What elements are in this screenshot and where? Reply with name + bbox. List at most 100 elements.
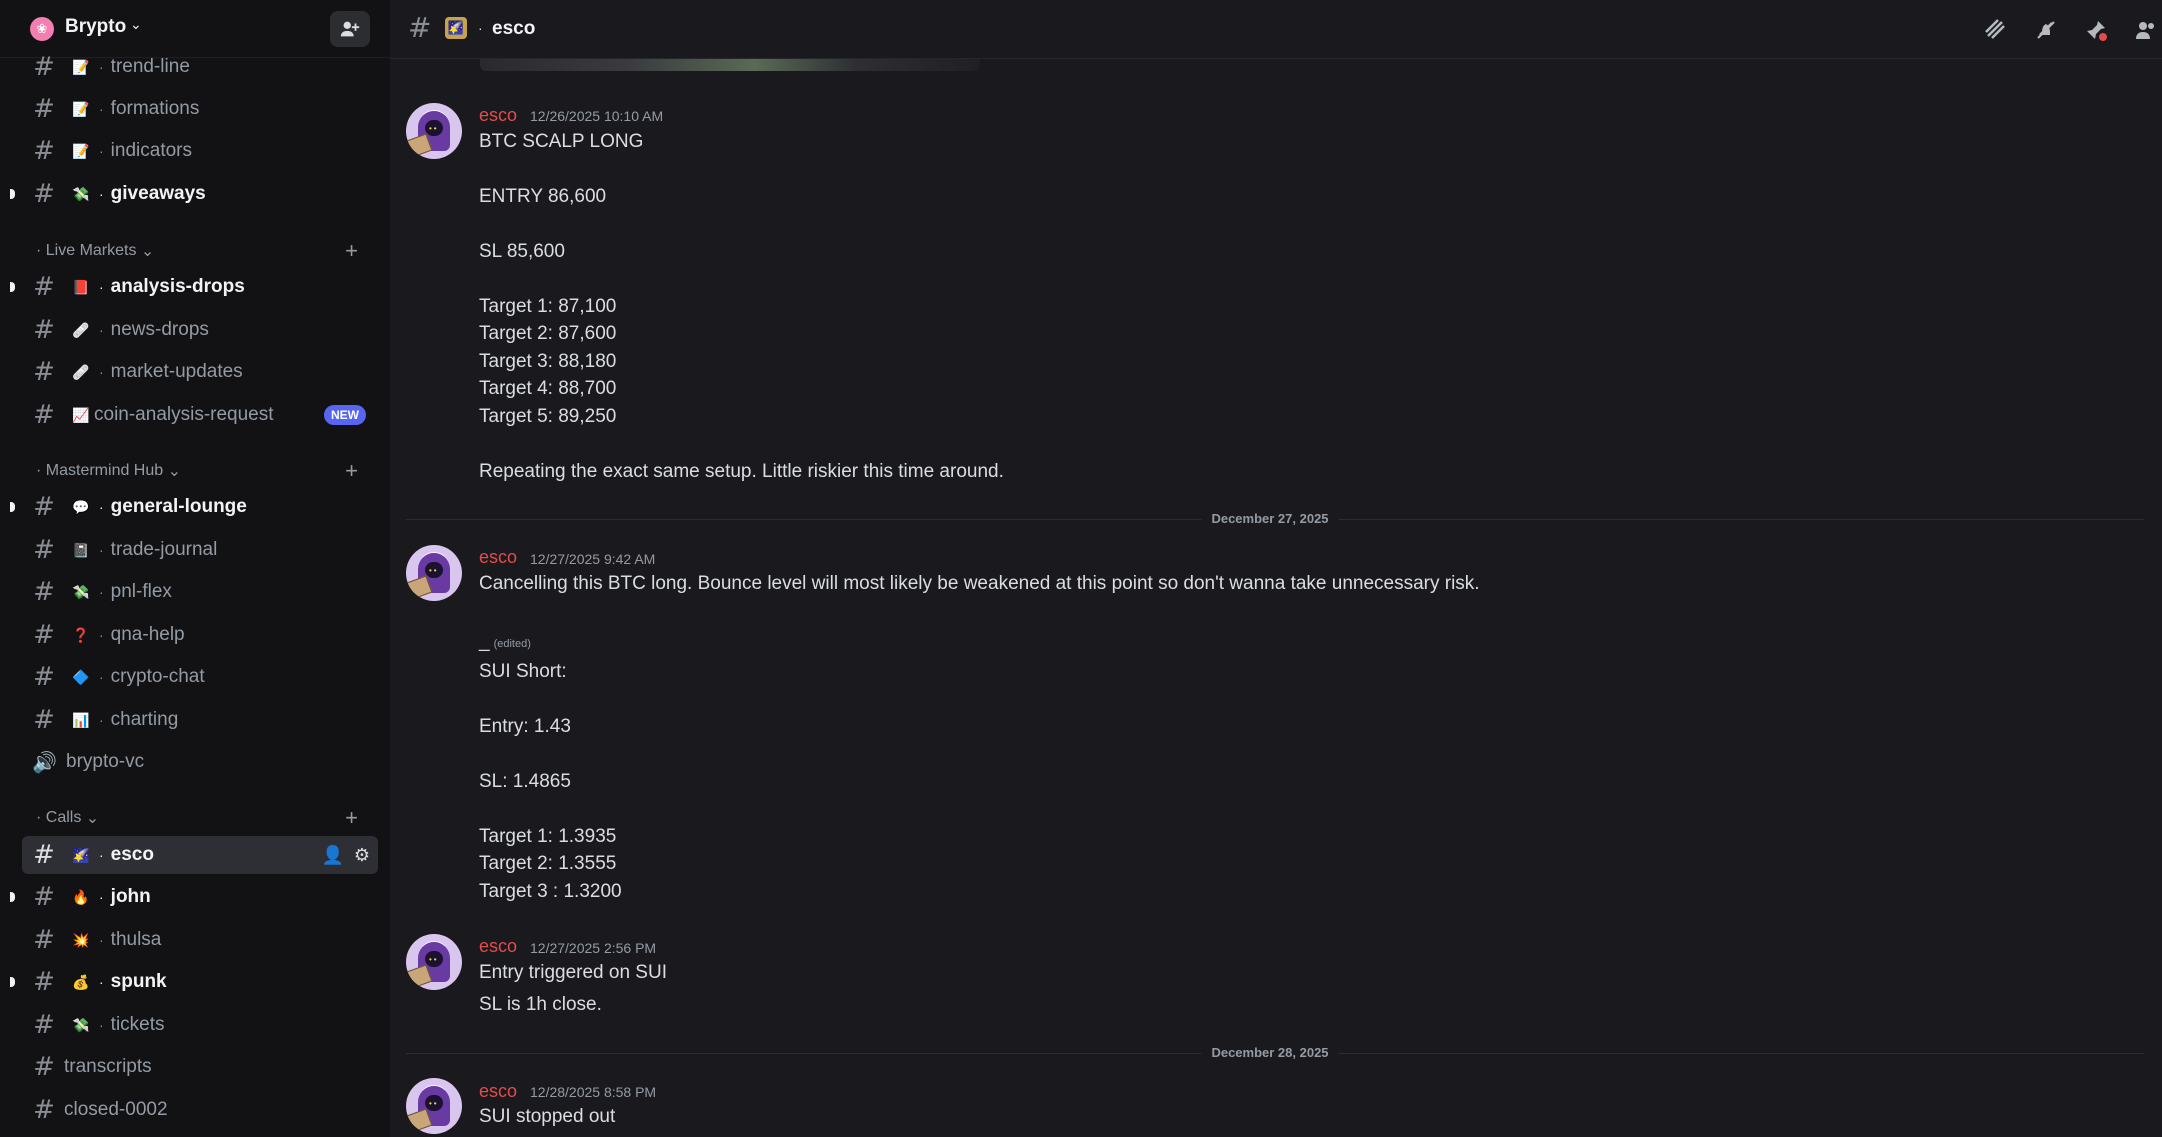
bar-chart-icon: 📊 [72,711,90,728]
add-channel-icon[interactable]: + [345,458,358,484]
channel-label: john [110,886,151,907]
explosion-icon: 💥 [72,931,90,948]
channel-item-transcripts[interactable]: # transcripts [22,1048,378,1086]
message-timestamp: 12/27/2025 2:56 PM [530,940,657,956]
message-author[interactable]: esco [479,547,517,568]
threads-icon[interactable] [1982,16,2010,44]
hashtag-locked-icon: # [33,179,55,209]
message-author[interactable]: esco [479,105,517,126]
message-line: Target 3: 88,180 [479,351,617,372]
server-name: Brypto [65,16,127,37]
channel-label: transcripts [64,1056,152,1077]
avatar[interactable]: •• [406,1078,462,1134]
diamond-icon: 🔷 [72,668,90,685]
channel-item-indicators[interactable]: # 📝 · indicators [22,132,378,170]
pin-icon[interactable] [2082,16,2110,44]
channel-item-coin-analysis-request[interactable]: # 📈 coin-analysis-request NEW [22,396,378,434]
message-line: ENTRY 86,600 [479,186,607,207]
channel-item-spunk[interactable]: # 💰 · spunk [10,963,378,1001]
channel-item-trend-line[interactable]: # 📝 · trend-line [22,48,378,86]
message-line: Cancelling this BTC long. Bounce level w… [479,573,1480,594]
speaker-icon: 🔊 [32,750,57,774]
add-channel-icon[interactable]: + [345,238,358,264]
message-timestamp: 12/28/2025 8:58 PM [530,1084,657,1100]
hashtag-icon: # [33,400,55,430]
channel-item-giveaways[interactable]: # 💸 · giveaways [10,175,378,213]
channel-label: crypto-chat [110,666,205,687]
channel-label: news-drops [110,319,209,340]
channel-item-closed-0002[interactable]: # closed-0002 [22,1091,378,1129]
channel-label: thulsa [110,929,162,950]
channel-label: giveaways [110,183,206,204]
hashtag-icon: # [408,11,432,44]
channel-item-trade-journal[interactable]: # 📓 · trade-journal [22,531,378,569]
chat-area: # 🌠 · esco •• esco 12/26/2025 10:10 AM B… [390,0,2162,1137]
add-channel-icon[interactable]: + [345,805,358,831]
money-wings-icon: 💸 [72,583,90,600]
unread-indicator [10,892,15,902]
hashtag-icon: # [33,535,55,565]
message-line: SL: 1.4865 [479,771,571,792]
channel-item-brypto-vc[interactable]: 🔊 brypto-vc [22,743,378,781]
invite-icon[interactable]: 👤 [321,845,343,866]
date-divider-label: December 28, 2025 [1201,1045,1339,1060]
channel-item-pnl-flex[interactable]: # 💸 · pnl-flex [22,573,378,611]
speech-bubble-icon: 💬 [72,498,90,515]
chevron-down-icon: ⌄ [136,243,155,260]
new-badge: NEW [324,405,366,425]
category-calls[interactable]: · Calls ⌄ + [36,805,376,831]
memo-icon: 📝 [72,100,90,117]
avatar[interactable]: •• [406,934,462,990]
gear-icon[interactable]: ⚙ [354,845,370,866]
channel-item-news-drops[interactable]: # 🩹 · news-drops [22,311,378,349]
category-label: Calls [45,809,82,826]
avatar[interactable]: •• [406,545,462,601]
avatar[interactable]: •• [406,103,462,159]
channel-item-market-updates[interactable]: # 🩹 · market-updates [22,353,378,391]
channel-sidebar: ❀ Brypto ⌄ # 📝 · trend-line # 📝 · format… [0,0,390,1137]
channel-item-charting[interactable]: # 📊 · charting [22,701,378,739]
message-line: Entry: 1.43 [479,716,571,737]
channel-item-general-lounge[interactable]: # 💬 · general-lounge [10,488,378,526]
channel-header: # 🌠 · esco [390,0,2162,59]
chart-up-icon: 📈 [72,406,90,423]
chevron-down-icon: ⌄ [81,810,100,827]
invite-members-button[interactable] [330,11,370,47]
category-live-markets[interactable]: · Live Markets ⌄ + [36,238,376,264]
category-label: Live Markets [45,242,137,259]
member-list-icon[interactable] [2132,16,2160,44]
message-timestamp: 12/27/2025 9:42 AM [530,551,656,567]
message-line: SL is 1h close. [479,994,602,1015]
money-wings-icon: 💸 [72,185,90,202]
chevron-down-icon: ⌄ [163,463,182,480]
hashtag-icon: # [33,492,55,522]
channel-item-qna-help[interactable]: # ❓ · qna-help [22,616,378,654]
message-line: Target 1: 1.3935 [479,826,617,847]
chevron-down-icon: ⌄ [130,16,142,32]
message-author[interactable]: esco [479,936,517,957]
message-line: Target 2: 87,600 [479,323,617,344]
message-line: Target 2: 1.3555 [479,853,617,874]
edited-label: (edited) [493,638,531,650]
channel-item-esco[interactable]: # 🌠 · esco 👤 ⚙ [22,836,378,874]
channel-label: trade-journal [110,539,218,560]
channel-item-tickets[interactable]: # 💸 · tickets [22,1006,378,1044]
image-embed-partial[interactable] [480,59,980,71]
hashtag-icon: # [33,620,55,650]
hashtag-icon: # [33,272,55,302]
channel-item-thulsa[interactable]: # 💥 · thulsa [22,921,378,959]
date-divider-label: December 27, 2025 [1201,511,1339,526]
mute-bell-icon[interactable] [2032,16,2060,44]
book-icon: 📕 [72,278,90,295]
channel-label: formations [110,98,200,119]
channel-item-crypto-chat[interactable]: # 🔷 · crypto-chat [22,658,378,696]
message-line: Target 1: 87,100 [479,296,617,317]
channel-item-john[interactable]: # 🔥 · john [10,878,378,916]
channel-item-formations[interactable]: # 📝 · formations [22,90,378,128]
channel-label: esco [110,844,154,865]
message-author[interactable]: esco [479,1081,517,1102]
fire-icon: 🔥 [72,888,90,905]
bandage-icon: 🩹 [72,363,90,380]
category-mastermind-hub[interactable]: · Mastermind Hub ⌄ + [36,458,376,484]
channel-item-analysis-drops[interactable]: # 📕 · analysis-drops [10,268,378,306]
